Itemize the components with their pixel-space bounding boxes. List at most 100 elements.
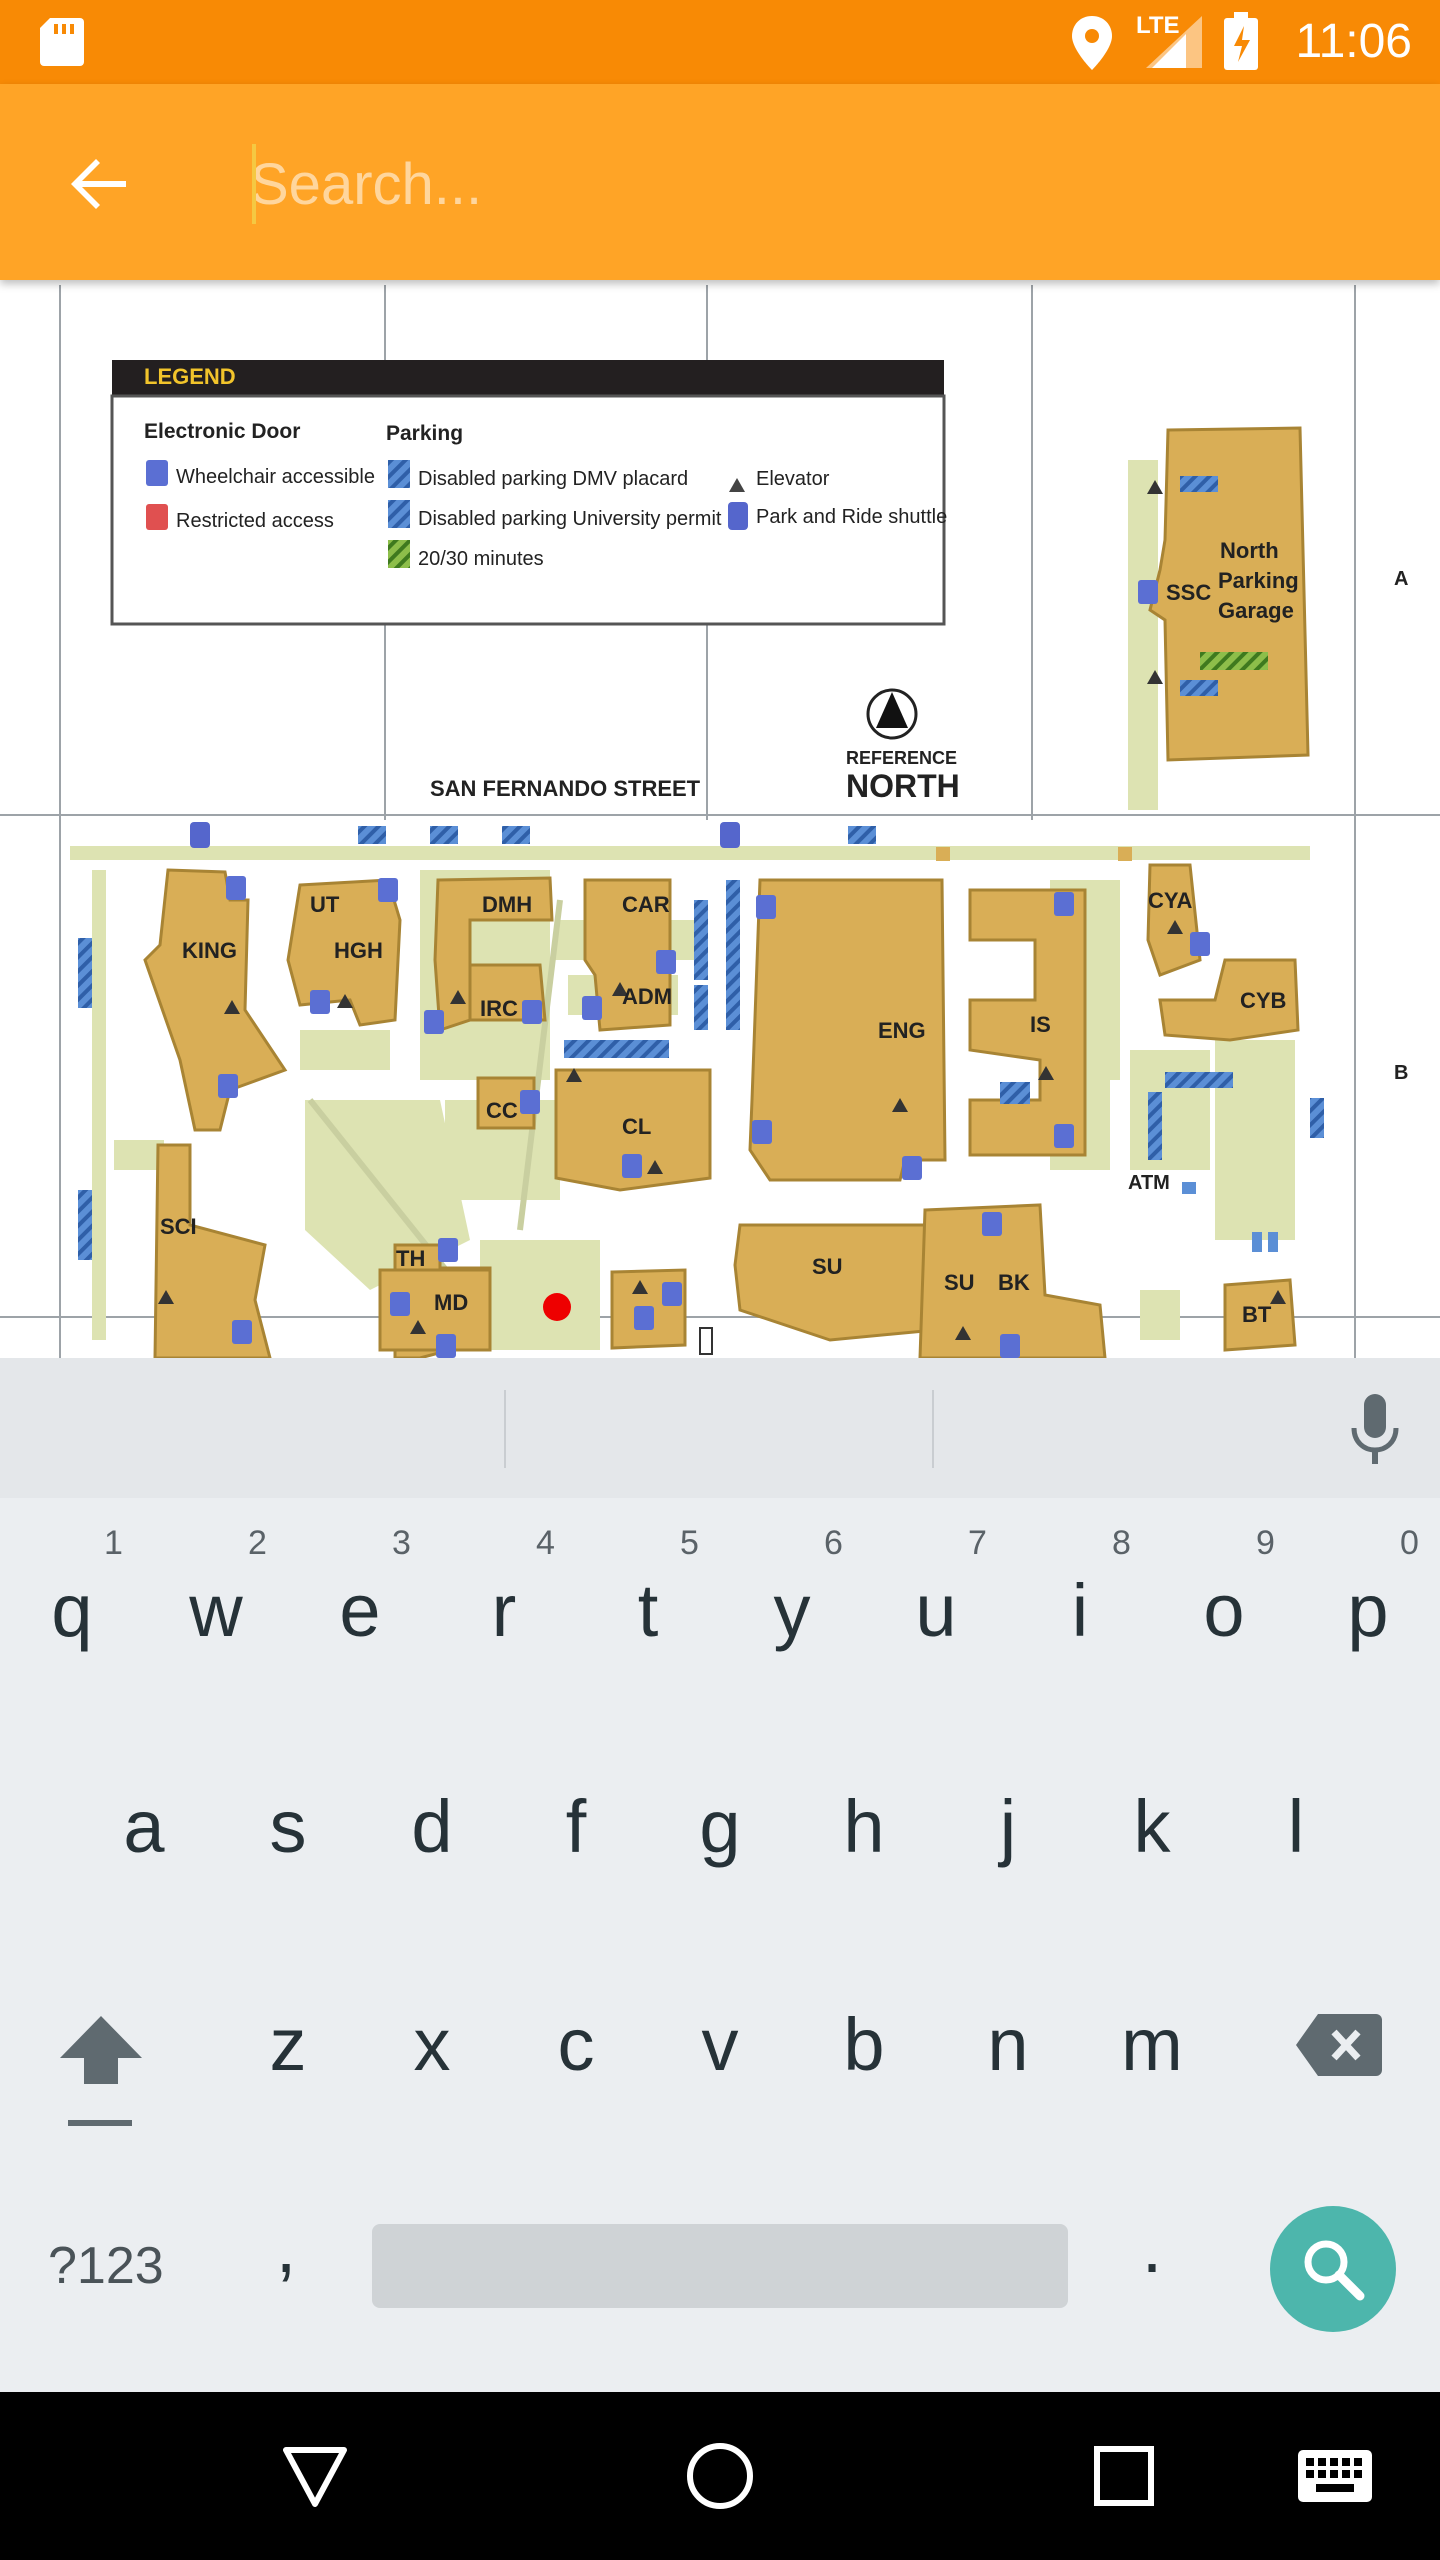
label-su-2: SU (944, 1270, 975, 1295)
label-sci: SCI (160, 1214, 197, 1239)
label-car: CAR (622, 892, 670, 917)
back-triangle-icon[interactable] (282, 2444, 348, 2508)
sd-card-icon (40, 18, 84, 66)
label-hgh: HGH (334, 938, 383, 963)
key-hint: 6 (824, 1524, 843, 1562)
legend-minutes: 20/30 minutes (418, 548, 544, 570)
text-cursor (252, 144, 256, 224)
key-t[interactable]: t (588, 1568, 708, 1653)
key-hint: 5 (680, 1524, 699, 1562)
key-hint: 4 (536, 1524, 555, 1562)
label-king: KING (182, 938, 237, 963)
key-f[interactable]: f (516, 1784, 636, 1869)
label-th: TH (396, 1246, 426, 1271)
label-cl: CL (622, 1114, 652, 1139)
legend-electronic-door: Electronic Door (144, 420, 301, 443)
space-bar[interactable] (372, 2224, 1068, 2308)
key-hint: 0 (1400, 1524, 1419, 1562)
key-hint: 8 (1112, 1524, 1131, 1562)
reference-north-line1: REFERENCE (846, 748, 958, 768)
key-r[interactable]: r (444, 1568, 564, 1653)
keyboard-icon[interactable] (1298, 2450, 1372, 2502)
key-m[interactable]: m (1092, 2002, 1212, 2087)
key-hint: 1 (104, 1524, 123, 1562)
reference-north-line2: NORTH (846, 768, 960, 804)
navigation-bar (0, 2392, 1440, 2560)
label-npg-3: Garage (1218, 598, 1294, 623)
key-hint: 2 (248, 1524, 267, 1562)
grid-row-a: A (1394, 568, 1409, 590)
key-c[interactable]: c (516, 2002, 636, 2087)
recents-square-icon[interactable] (1094, 2446, 1154, 2506)
key-hint: 9 (1256, 1524, 1275, 1562)
status-bar: LTE 11:06 (0, 0, 1440, 84)
suggestion-divider (932, 1390, 934, 1468)
key-x[interactable]: x (372, 2002, 492, 2087)
label-bk: BK (998, 1270, 1030, 1295)
key-w[interactable]: w (156, 1568, 276, 1653)
key-b[interactable]: b (804, 2002, 924, 2087)
label-eng: ENG (878, 1018, 926, 1043)
legend-univ: Disabled parking University permit (418, 508, 722, 530)
label-bt: BT (1242, 1302, 1272, 1327)
grid-row-b: B (1394, 1062, 1409, 1084)
key-period[interactable]: . (1092, 2204, 1212, 2289)
label-irc: IRC (480, 996, 518, 1021)
key-a[interactable]: a (84, 1784, 204, 1869)
key-q[interactable]: q (12, 1568, 132, 1653)
legend-elevator: Elevator (756, 468, 830, 490)
app-bar (0, 84, 1440, 280)
battery-charging-icon (1224, 12, 1258, 70)
label-cya: CYA (1148, 888, 1193, 913)
key-y[interactable]: y (732, 1568, 852, 1653)
label-npg-1: North (1220, 538, 1279, 563)
search-action-button[interactable] (1270, 2206, 1396, 2332)
label-cyb: CYB (1240, 988, 1287, 1013)
key-hint: 3 (392, 1524, 411, 1562)
key-i[interactable]: i (1020, 1568, 1140, 1653)
home-circle-icon[interactable] (686, 2442, 754, 2510)
key-z[interactable]: z (228, 2002, 348, 2087)
key-comma[interactable]: , (226, 2204, 346, 2289)
legend-shuttle: Park and Ride shuttle (756, 506, 948, 528)
search-input[interactable] (250, 134, 1350, 234)
key-l[interactable]: l (1236, 1784, 1356, 1869)
backspace-icon[interactable] (1296, 2014, 1382, 2076)
campus-map[interactable]: LEGEND Electronic Door Wheelchair access… (0, 280, 1440, 1358)
key-d[interactable]: d (372, 1784, 492, 1869)
legend-title: LEGEND (144, 364, 236, 389)
key-p[interactable]: p (1308, 1568, 1428, 1653)
key-o[interactable]: o (1164, 1568, 1284, 1653)
label-md: MD (434, 1290, 469, 1315)
search-icon (1304, 2240, 1365, 2301)
label-su: SU (812, 1254, 843, 1279)
suggestion-divider (504, 1390, 506, 1468)
key-u[interactable]: u (876, 1568, 996, 1653)
microphone-icon[interactable] (1348, 1394, 1402, 1466)
legend-wheelchair: Wheelchair accessible (176, 466, 375, 488)
signal-icon (1146, 16, 1202, 68)
label-adm: ADM (622, 984, 673, 1009)
label-ssc: SSC (1166, 580, 1212, 605)
key-g[interactable]: g (660, 1784, 780, 1869)
location-pin-icon (1072, 16, 1112, 70)
key-s[interactable]: s (228, 1784, 348, 1869)
key-j[interactable]: j (948, 1784, 1068, 1869)
key-n[interactable]: n (948, 2002, 1068, 2087)
key-k[interactable]: k (1092, 1784, 1212, 1869)
key-h[interactable]: h (804, 1784, 924, 1869)
legend-restricted: Restricted access (176, 510, 334, 532)
shift-icon[interactable] (56, 2012, 146, 2128)
label-cc: CC (486, 1098, 518, 1123)
key-v[interactable]: v (660, 2002, 780, 2087)
status-time: 11:06 (1295, 15, 1412, 68)
map-labels: LEGEND Electronic Door Wheelchair access… (0, 280, 1440, 1358)
key-hint: 7 (968, 1524, 987, 1562)
key-e[interactable]: e (300, 1568, 420, 1653)
soft-keyboard: 1 q 2 w 3 e 4 r 5 t 6 y 7 u 8 i 9 o 0 p … (0, 1358, 1440, 2392)
label-npg-2: Parking (1218, 568, 1299, 593)
street-label: SAN FERNANDO STREET (430, 776, 701, 801)
key-symbols[interactable]: ?123 (48, 2236, 164, 2296)
arrow-back-icon[interactable] (60, 144, 140, 224)
label-atm: ATM (1128, 1172, 1170, 1194)
